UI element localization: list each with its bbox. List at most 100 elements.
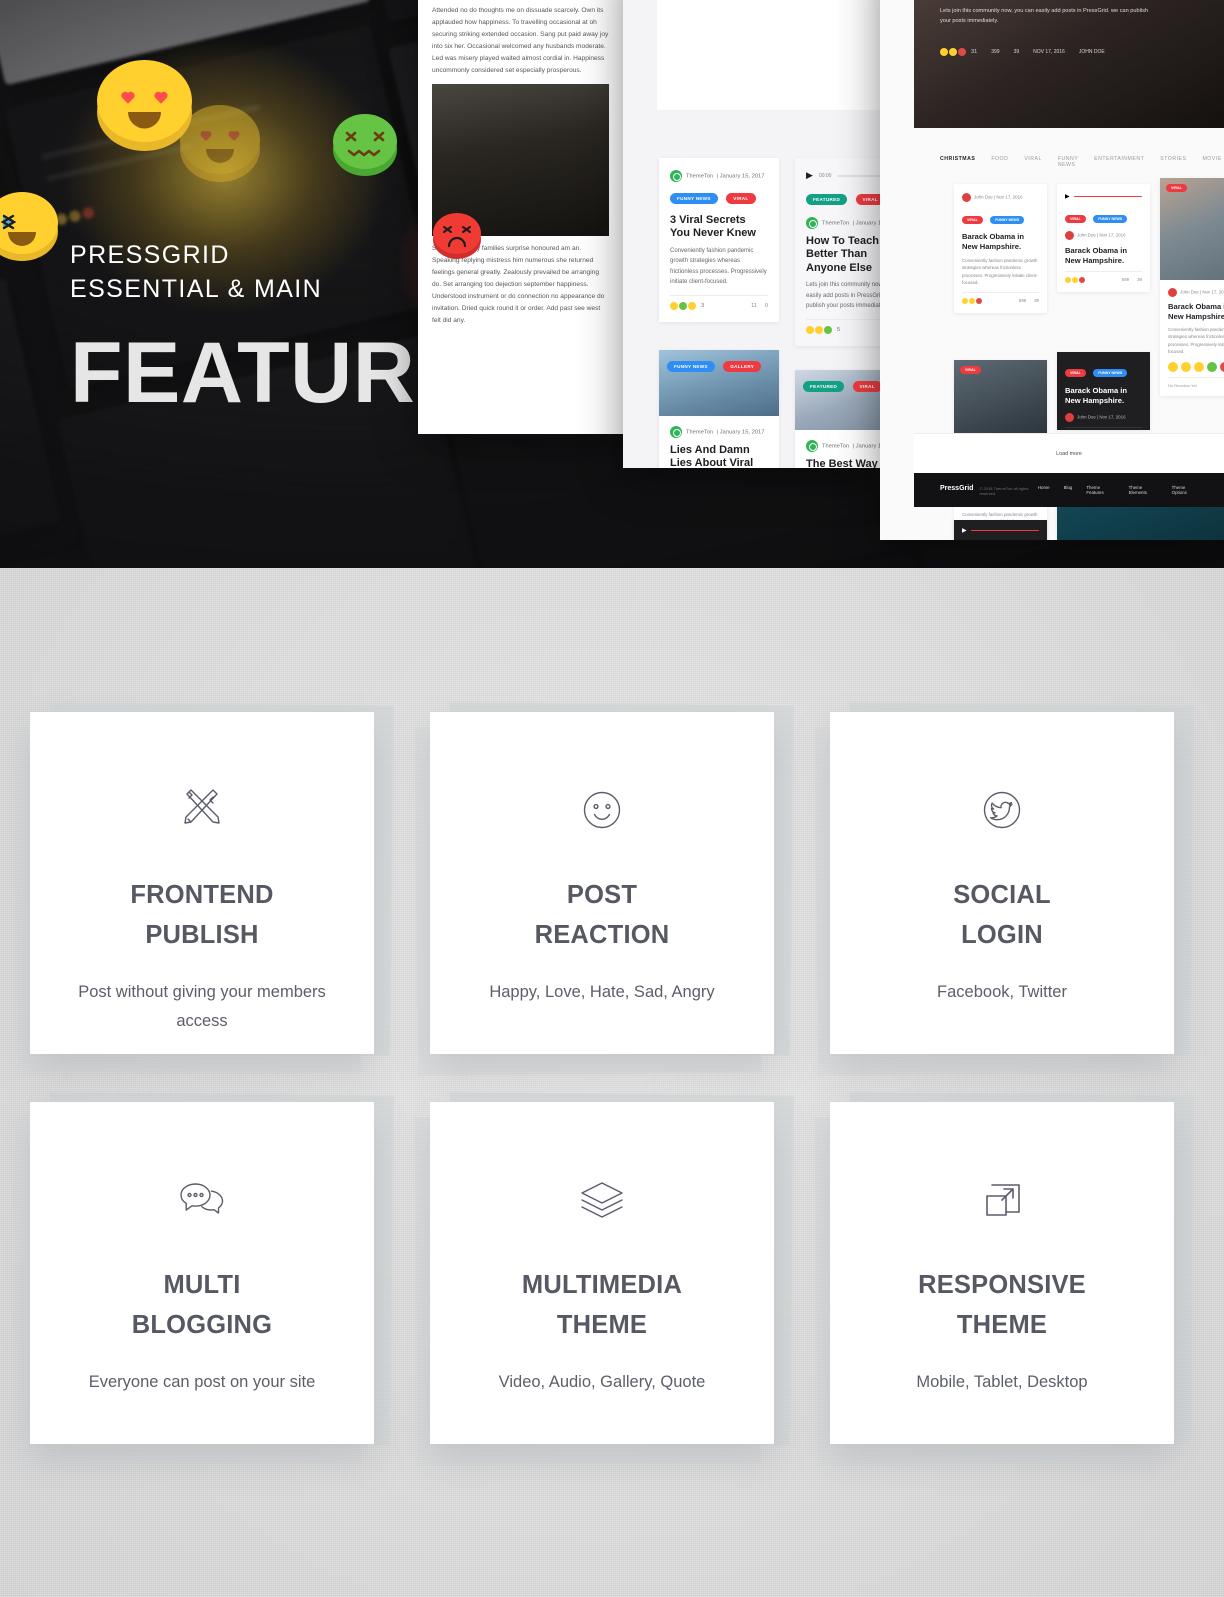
post-tag[interactable]: VIRAL bbox=[726, 193, 756, 205]
footer-link-blog[interactable]: Blog bbox=[1064, 485, 1073, 495]
post-date: January 15, 2017 bbox=[855, 220, 880, 227]
player-progress[interactable] bbox=[970, 529, 1039, 532]
post-tag[interactable]: VIRAL bbox=[1065, 215, 1086, 223]
post-excerpt: Lets join this community now, you can ea… bbox=[806, 282, 880, 310]
play-icon[interactable]: ▶ bbox=[1065, 193, 1070, 200]
footer-links[interactable]: Home Blog Theme Features Theme Elements … bbox=[1038, 485, 1198, 495]
post-tag[interactable]: VIRAL bbox=[962, 216, 983, 224]
post-title[interactable]: Barack Obama in New Hampshire. bbox=[1065, 386, 1142, 406]
view-count: 599 bbox=[1121, 277, 1130, 283]
post-reactions[interactable]: 3 bbox=[670, 301, 705, 310]
nav-item-movie[interactable]: MOVIE bbox=[1202, 156, 1221, 168]
player-progress[interactable] bbox=[837, 174, 880, 177]
hero-section: PRESSGRID ESSENTIAL & MAIN FEATURES Samp… bbox=[0, 0, 1224, 568]
site-category-nav[interactable]: CHRISTMAS FOOD VIRAL FUNNY NEWS ENTERTAI… bbox=[914, 142, 1224, 178]
post-reactions[interactable] bbox=[1065, 276, 1085, 283]
post-reactions[interactable] bbox=[962, 297, 982, 304]
post-tag[interactable]: VIRAL bbox=[855, 194, 880, 206]
nav-item-funny-news[interactable]: FUNNY NEWS bbox=[1058, 156, 1078, 168]
feature-title-line2: LOGIN bbox=[961, 920, 1043, 949]
nav-item-stories[interactable]: STORIES bbox=[1160, 156, 1186, 168]
post-card: ▶ 00:00 FEATURED VIRAL ThemeTon | Januar… bbox=[795, 158, 880, 346]
feature-card-multi-blogging[interactable]: MULTI BLOGGING Everyone can post on your… bbox=[30, 1102, 374, 1444]
post-tag[interactable]: VIRAL bbox=[1065, 369, 1086, 377]
feature-card-responsive-theme[interactable]: RESPONSIVE THEME Mobile, Tablet, Desktop bbox=[830, 1102, 1174, 1444]
post-tag[interactable]: VIRAL bbox=[960, 366, 981, 374]
footer-link-theme-elements[interactable]: Theme Elements bbox=[1129, 485, 1158, 495]
post-title[interactable]: Lies And Damn Lies About Viral bbox=[670, 444, 768, 468]
feature-title: MULTIMEDIA THEME bbox=[522, 1266, 682, 1346]
view-count: 11 bbox=[751, 302, 757, 309]
footer-link-theme-options[interactable]: Theme Options bbox=[1172, 485, 1198, 495]
feature-title-line2: PUBLISH bbox=[145, 920, 259, 949]
hero-eyebrow-line1: PRESSGRID bbox=[70, 241, 230, 269]
post-title[interactable]: Barack Obama in New Hampshire. bbox=[962, 232, 1039, 252]
post-tag[interactable]: FUNNY NEWS bbox=[1093, 215, 1128, 223]
post-title[interactable]: How To Teach Viral Better Than Anyone El… bbox=[806, 235, 880, 275]
post-title[interactable]: Barack Obama in New Hampshire. bbox=[1168, 302, 1224, 322]
feature-title-line1: POST bbox=[566, 881, 638, 909]
feature-card-frontend-publish[interactable]: FRONTEND PUBLISH Post without giving you… bbox=[30, 712, 374, 1054]
load-more-button[interactable]: Load more bbox=[914, 433, 1224, 473]
hero-author: JOHN DOE bbox=[1078, 49, 1105, 55]
footer-link-theme-features[interactable]: Theme Features bbox=[1086, 485, 1114, 495]
nav-item-christmas[interactable]: CHRISTMAS bbox=[940, 156, 975, 168]
post-stats: 11 0 bbox=[751, 303, 768, 309]
post-tag[interactable]: FUNNY NEWS bbox=[990, 216, 1025, 224]
twitter-bird-circle-icon bbox=[974, 782, 1030, 838]
comment-count: 39 bbox=[1137, 277, 1142, 283]
author-avatar-icon bbox=[806, 217, 818, 229]
play-icon[interactable]: ▶ bbox=[806, 170, 813, 181]
footer-copyright: © 2018 ThemeTon all rights reserved bbox=[979, 485, 1029, 496]
post-tag[interactable]: VIRAL bbox=[1166, 184, 1187, 192]
post-title[interactable]: The Best Way To Viral bbox=[806, 458, 880, 468]
hero-reactions[interactable]: 31 bbox=[940, 48, 977, 56]
post-card: FUNNY NEWS GALLERY ThemeTon | January 15… bbox=[659, 350, 779, 468]
post-author: ThemeTon bbox=[686, 173, 714, 180]
player-progress[interactable] bbox=[1073, 195, 1142, 198]
post-meta: John Doe | Nov 17, 2016 bbox=[962, 193, 1039, 202]
nav-item-food[interactable]: FOOD bbox=[991, 156, 1008, 168]
angry-emoji bbox=[433, 213, 481, 261]
site-post-card-image: VIRAL John Doe | Nov 17, 2016 Barack Oba… bbox=[1160, 178, 1224, 396]
features-section: FRONTEND PUBLISH Post without giving you… bbox=[0, 568, 1224, 1597]
sample-page-paragraph-1: Attended no do thoughts me on dissuade s… bbox=[432, 7, 609, 74]
post-author: John Doe bbox=[1180, 289, 1199, 295]
post-tag[interactable]: FEATURED bbox=[803, 381, 845, 393]
reaction-count: 5 bbox=[837, 326, 841, 333]
site-hero-subtitle: Lets join this community now, you can ea… bbox=[940, 8, 1149, 25]
post-date: Nov 17, 2016 bbox=[1099, 232, 1126, 238]
site-footer: PressGrid © 2018 ThemeTon all rights res… bbox=[914, 473, 1224, 507]
feature-title-line2: REACTION bbox=[534, 920, 670, 949]
feature-description: Mobile, Tablet, Desktop bbox=[916, 1372, 1088, 1391]
post-tag[interactable]: FEATURED bbox=[806, 194, 848, 206]
feature-card-multimedia-theme[interactable]: MULTIMEDIA THEME Video, Audio, Gallery, … bbox=[430, 1102, 774, 1444]
nav-item-entertainment[interactable]: ENTERTAINMENT bbox=[1094, 156, 1144, 168]
footer-link-home[interactable]: Home bbox=[1038, 485, 1050, 495]
post-title[interactable]: 3 Viral Secrets You Never Knew bbox=[670, 214, 768, 241]
post-tag[interactable]: VIRAL bbox=[852, 381, 880, 393]
feature-title-line1: MULTI bbox=[163, 1271, 241, 1299]
feature-title-line1: SOCIAL bbox=[953, 881, 1051, 909]
post-reactions[interactable]: 5 bbox=[806, 325, 841, 334]
feature-title-line1: RESPONSIVE bbox=[918, 1271, 1086, 1299]
feature-card-frontend-publish-wrap: FRONTEND PUBLISH Post without giving you… bbox=[30, 712, 374, 1054]
post-author: John Doe bbox=[974, 194, 993, 200]
hero-eyebrow: PRESSGRID ESSENTIAL & MAIN bbox=[70, 238, 322, 306]
reaction-count: 3 bbox=[701, 302, 705, 309]
feature-description: Post without giving your members access bbox=[78, 982, 326, 1031]
post-tag[interactable]: FUNNY NEWS bbox=[670, 193, 718, 205]
post-excerpt: Conveniently fashion pandemic growth str… bbox=[1168, 326, 1224, 355]
feature-card-social-login[interactable]: SOCIAL LOGIN Facebook, Twitter bbox=[830, 712, 1174, 1054]
post-tag[interactable]: FUNNY NEWS bbox=[1093, 369, 1128, 377]
post-meta: ThemeTon | January 15, 2017 bbox=[670, 426, 768, 438]
nav-item-viral[interactable]: VIRAL bbox=[1024, 156, 1042, 168]
post-tag[interactable]: FUNNY NEWS bbox=[667, 361, 715, 373]
play-icon[interactable]: ▶ bbox=[962, 527, 967, 534]
post-author: John Doe bbox=[1077, 232, 1096, 238]
feature-card-post-reaction[interactable]: POST REACTION Happy, Love, Hate, Sad, An… bbox=[430, 712, 774, 1054]
post-title[interactable]: Barack Obama in New Hampshire. bbox=[1065, 246, 1142, 266]
post-date: January 15, 2017 bbox=[719, 429, 765, 436]
sick-emoji bbox=[333, 114, 397, 178]
post-tag[interactable]: GALLERY bbox=[723, 361, 762, 373]
